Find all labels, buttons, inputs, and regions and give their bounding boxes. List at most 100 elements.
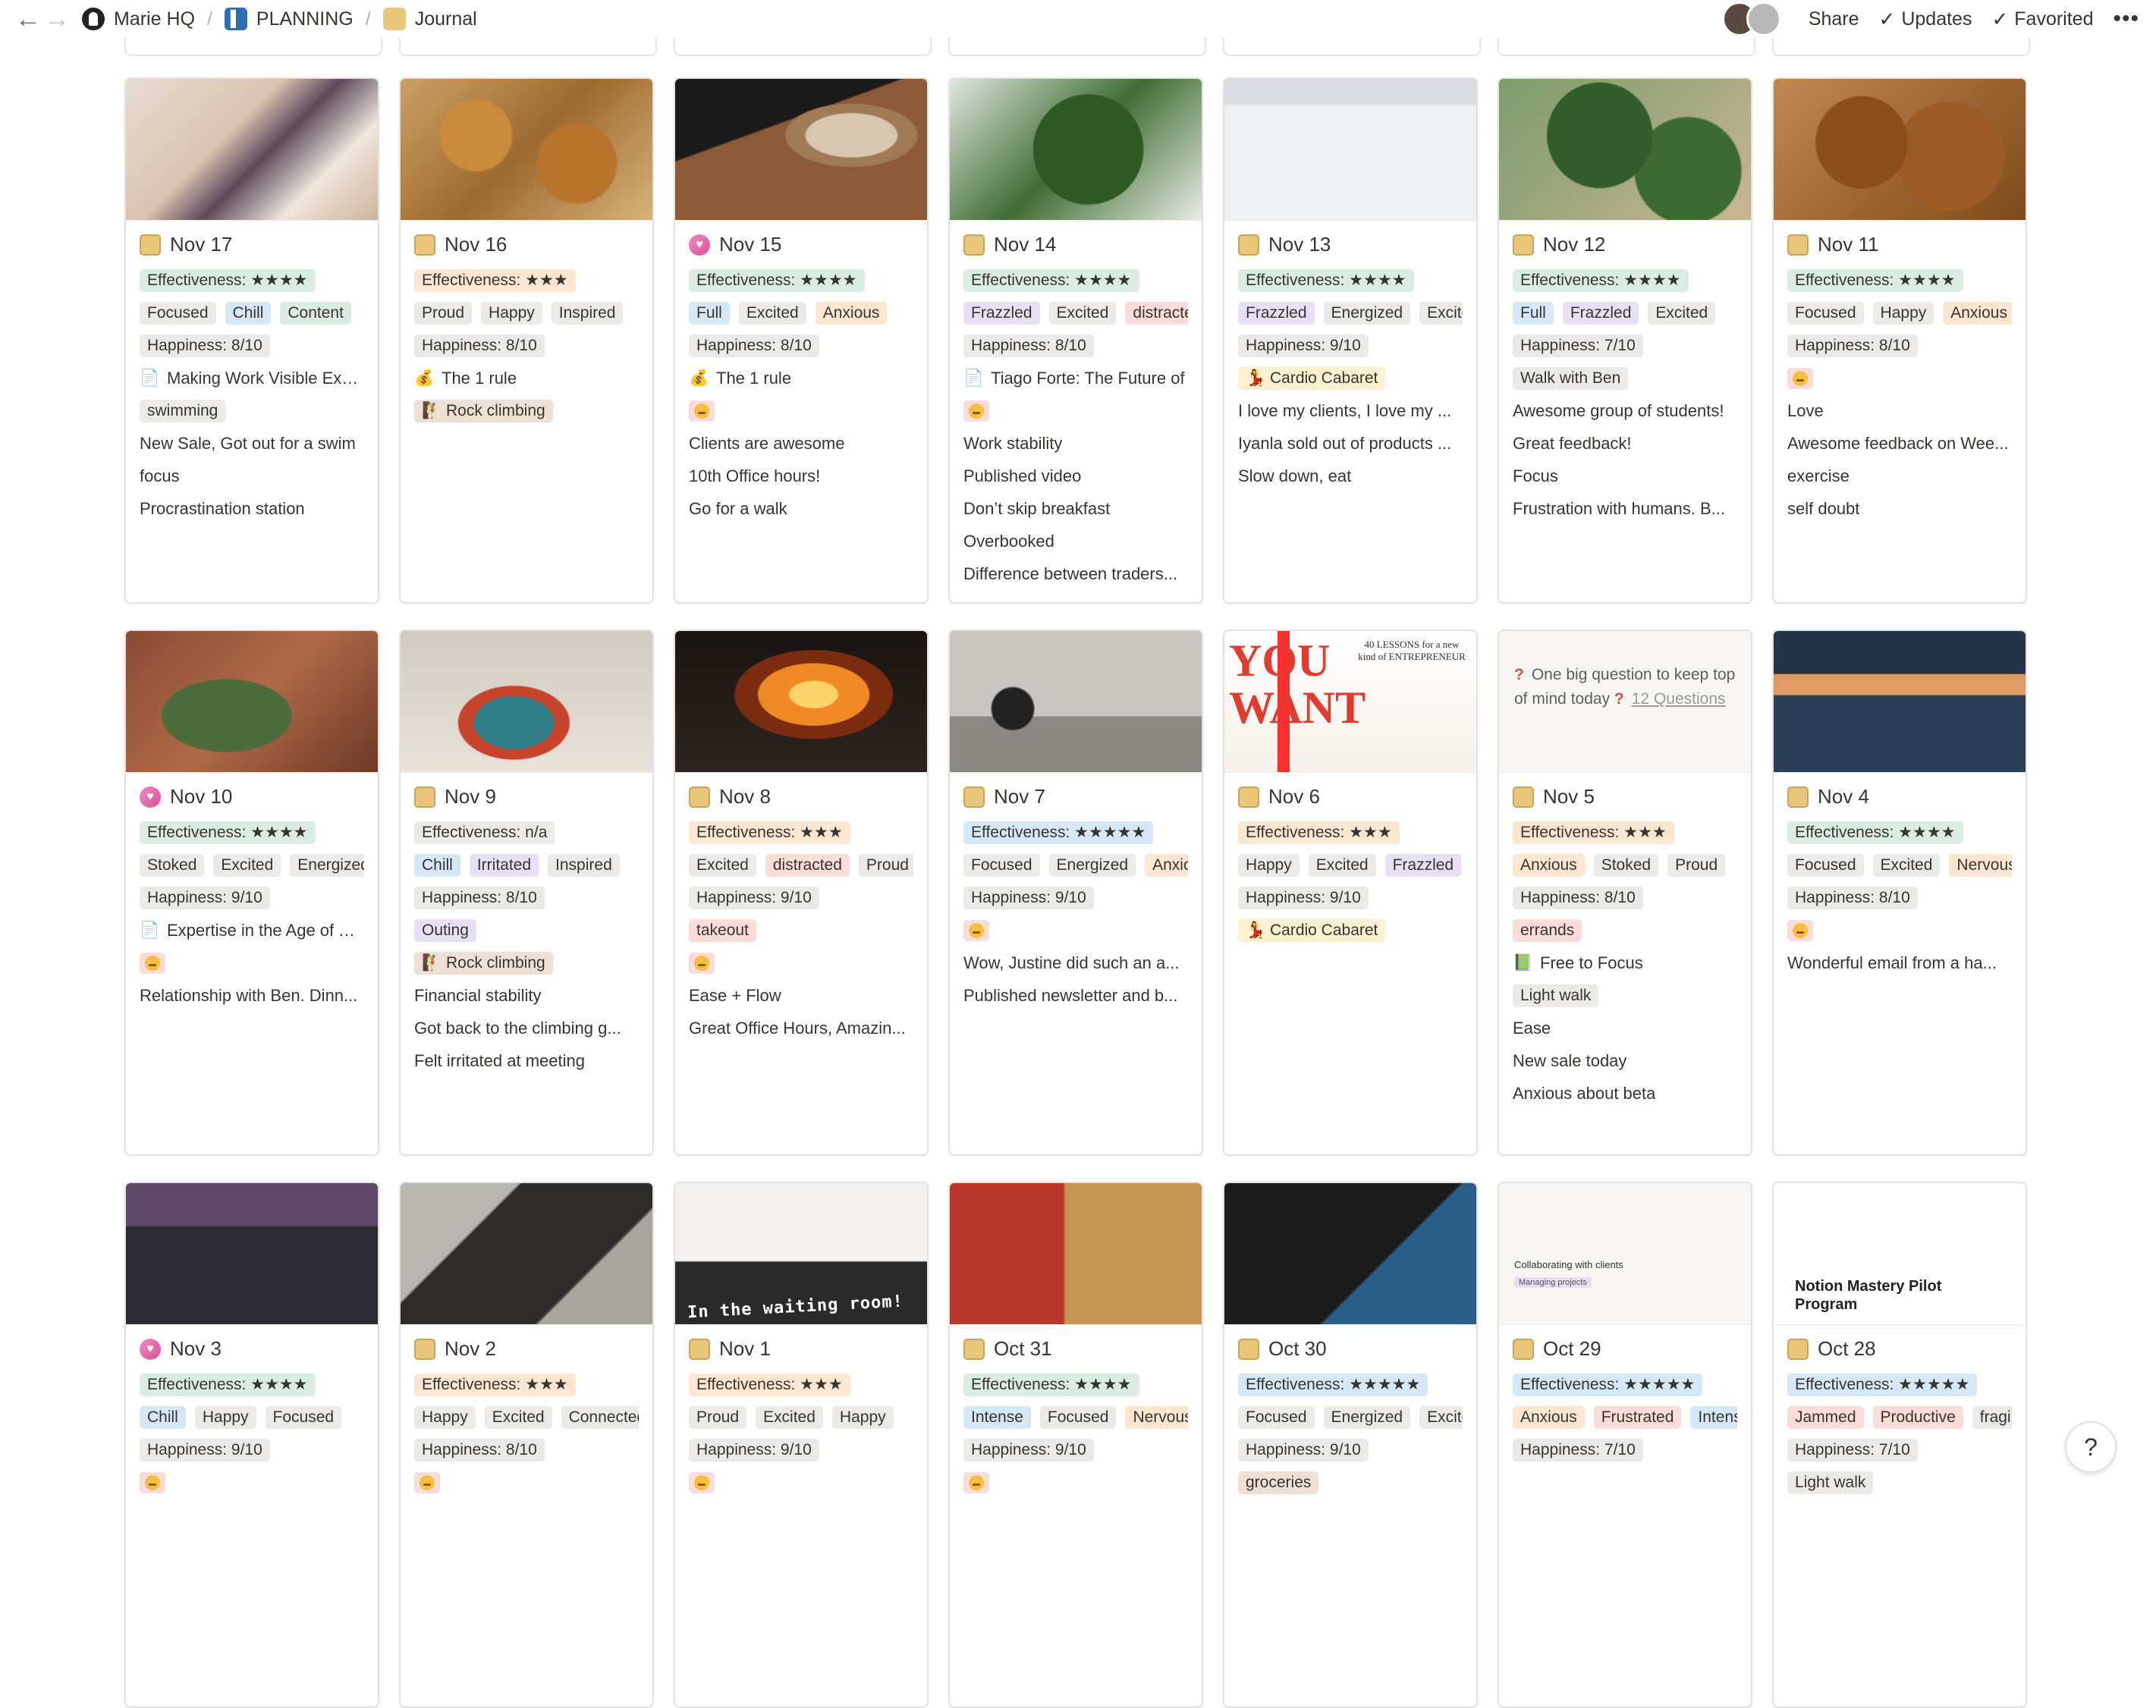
card-cover-image bbox=[950, 631, 1202, 773]
card-title[interactable]: Oct 30 bbox=[1224, 1325, 1476, 1368]
property-tag: 💃 Cardio Cabaret bbox=[1238, 918, 1386, 942]
property-line: Happiness: 9/10 bbox=[140, 881, 364, 914]
journal-card[interactable]: Collaborating with clients Managing proje… bbox=[1498, 1182, 1752, 1708]
journal-card[interactable]: Notion Mastery Pilot Program Oct 28 Effect… bbox=[1772, 1182, 2027, 1708]
property-tag: Happy bbox=[1238, 853, 1300, 877]
property-tag: Happiness: 8/10 bbox=[689, 334, 819, 357]
property-line: Focused Chill Content bbox=[140, 297, 364, 329]
property-tag: Excited bbox=[484, 1405, 552, 1429]
journal-card[interactable]: Nov 2 Effectiveness: ★★★ Happy Excited Conne… bbox=[399, 1182, 654, 1708]
card-title[interactable]: Nov 7 bbox=[950, 773, 1202, 816]
card-title[interactable]: Nov 16 bbox=[401, 221, 652, 264]
note-text: Financial stability bbox=[414, 985, 542, 1005]
property-tag: Excited bbox=[738, 301, 806, 325]
card-title[interactable]: Nov 13 bbox=[1224, 221, 1476, 264]
card-title[interactable]: Nov 9 bbox=[401, 773, 652, 816]
journal-card[interactable]: In the waiting room! Nov 1 Effectiveness: … bbox=[674, 1182, 929, 1708]
relation-icon: 📗 bbox=[1513, 953, 1533, 972]
property-line: Focused Energized Excited bbox=[1238, 1401, 1463, 1433]
share-button[interactable]: Share bbox=[1809, 8, 1859, 30]
journal-card[interactable]: Oct 31 Effectiveness: ★★★★ Intense Focused N… bbox=[948, 1182, 1203, 1708]
card-properties: Effectiveness: ★★★★ Full Frazzled Excited Ha… bbox=[1499, 264, 1751, 525]
journal-card[interactable]: Nov 11 Effectiveness: ★★★★ Focused Happy Anx… bbox=[1772, 77, 2027, 604]
card-title[interactable]: Nov 5 bbox=[1499, 773, 1751, 816]
card-title[interactable]: Nov 6 bbox=[1224, 773, 1476, 816]
journal-card[interactable]: Oct 30 Effectiveness: ★★★★★ Focused Energiz… bbox=[1223, 1182, 1478, 1708]
card-title[interactable]: Nov 12 bbox=[1499, 221, 1751, 264]
journal-card[interactable]: Nov 4 Effectiveness: ★★★★ Focused Excited Ne… bbox=[1772, 630, 2027, 1156]
collaborators[interactable] bbox=[1721, 2, 1781, 36]
journal-card[interactable]: Nov 12 Effectiveness: ★★★★ Full Frazzled Exc… bbox=[1498, 77, 1752, 604]
property-line: Effectiveness: ★★★★ bbox=[689, 264, 913, 297]
card-title[interactable]: Nov 8 bbox=[675, 773, 927, 816]
card-cover-image: YOU WANT 40 LESSONS for a new kind of ENT… bbox=[1224, 631, 1476, 773]
property-line: 📗 Free to Focus bbox=[1513, 947, 1737, 979]
journal-card[interactable]: Nov 14 Effectiveness: ★★★★ Frazzled Excited… bbox=[948, 77, 1203, 604]
property-tag: Effectiveness: ★★★★ bbox=[140, 1373, 316, 1396]
journal-card[interactable]: ♥ Nov 15 Effectiveness: ★★★★ Full Excited Anx… bbox=[674, 77, 929, 604]
journal-card[interactable]: ? One big question to keep top of mind to… bbox=[1498, 630, 1752, 1156]
journal-card[interactable]: Nov 13 Effectiveness: ★★★★ Frazzled Energiz… bbox=[1223, 77, 1478, 604]
property-tag: distracted bbox=[765, 853, 850, 877]
journal-card[interactable]: Nov 17 Effectiveness: ★★★★ Focused Chill Con… bbox=[124, 77, 379, 604]
card-properties: Effectiveness: ★★★★★ Focused Energized Exci… bbox=[1224, 1368, 1476, 1499]
card-title[interactable]: Nov 4 bbox=[1774, 773, 2026, 816]
card-title[interactable]: Oct 28 bbox=[1774, 1325, 2026, 1368]
card-cover-image bbox=[950, 79, 1202, 221]
favorite-button[interactable]: ✓ Favorited bbox=[1991, 8, 2093, 31]
relation-link[interactable]: The 1 rule bbox=[442, 369, 517, 388]
property-tag: Chill bbox=[140, 1405, 186, 1429]
card-title[interactable]: Oct 29 bbox=[1499, 1325, 1751, 1368]
property-line: 📄 Expertise in the Age of You bbox=[140, 914, 364, 947]
property-line: Felt irritated at meeting bbox=[414, 1044, 639, 1077]
questions-link[interactable]: 12 Questions bbox=[1632, 690, 1726, 708]
relation-link[interactable]: Expertise in the Age of You bbox=[167, 921, 364, 940]
property-tag: Excited bbox=[213, 853, 281, 877]
journal-card[interactable]: YOU WANT 40 LESSONS for a new kind of ENT… bbox=[1223, 630, 1478, 1156]
breadcrumb-item-planning[interactable]: ▌ PLANNING bbox=[220, 8, 358, 30]
card-title[interactable]: Nov 1 bbox=[675, 1325, 927, 1368]
journal-card[interactable]: ♥ Nov 10 Effectiveness: ★★★★ Stoked Excited E… bbox=[124, 630, 379, 1156]
forward-arrow-icon[interactable]: → bbox=[42, 5, 71, 34]
card-title[interactable]: ♥ Nov 3 bbox=[126, 1325, 378, 1368]
back-arrow-icon[interactable]: ← bbox=[14, 5, 42, 34]
property-line: 💃 Cardio Cabaret bbox=[1238, 914, 1463, 947]
journal-card[interactable]: Nov 16 Effectiveness: ★★★ Proud Happy Inspir… bbox=[399, 77, 654, 604]
breadcrumb-label: PLANNING bbox=[256, 8, 354, 30]
more-icon[interactable]: ••• bbox=[2113, 6, 2139, 32]
property-line bbox=[1787, 362, 2012, 394]
help-button[interactable]: ? bbox=[2065, 1421, 2117, 1473]
note-text: Go for a walk bbox=[689, 498, 787, 518]
relation-link[interactable]: The 1 rule bbox=[716, 369, 791, 388]
breadcrumb-item-marie-hq[interactable]: Marie HQ bbox=[77, 8, 200, 30]
cover-caption: Notion Mastery Pilot Program bbox=[1795, 1278, 1942, 1313]
topbar: ← → Marie HQ / ▌ PLANNING / Journal Shar… bbox=[0, 0, 2156, 38]
card-title[interactable]: ♥ Nov 15 bbox=[675, 221, 927, 264]
check-icon: ✓ bbox=[1991, 7, 2009, 30]
breadcrumb-item-journal[interactable]: Journal bbox=[379, 8, 482, 30]
journal-card[interactable]: Nov 8 Effectiveness: ★★★ Excited distracted… bbox=[674, 630, 929, 1156]
property-tag: Happiness: 7/10 bbox=[1787, 1438, 1918, 1462]
card-title[interactable]: Nov 11 bbox=[1774, 221, 2026, 264]
property-line: Happiness: 9/10 bbox=[140, 1433, 364, 1466]
journal-icon bbox=[1513, 1338, 1534, 1360]
property-tag: Focused bbox=[140, 301, 216, 325]
property-line: Effectiveness: ★★★★★ bbox=[1513, 1368, 1737, 1401]
card-title[interactable]: ♥ Nov 10 bbox=[126, 773, 378, 816]
card-title[interactable]: Nov 14 bbox=[950, 221, 1202, 264]
card-date: Nov 14 bbox=[994, 233, 1057, 256]
property-line: Happiness: 9/10 bbox=[689, 881, 913, 914]
property-tag: Proud bbox=[689, 1405, 747, 1429]
property-line: Happiness: 8/10 bbox=[140, 329, 364, 362]
card-title[interactable]: Oct 31 bbox=[950, 1325, 1202, 1368]
relation-link[interactable]: Free to Focus bbox=[1540, 953, 1643, 973]
journal-card[interactable]: ♥ Nov 3 Effectiveness: ★★★★ Chill Happy Focus… bbox=[124, 1182, 379, 1708]
relation-link[interactable]: Making Work Visible Exposi bbox=[167, 369, 364, 388]
updates-button[interactable]: ✓ Updates bbox=[1879, 8, 1972, 31]
journal-card[interactable]: Nov 9 Effectiveness: n/a Chill Irritated Ins… bbox=[399, 630, 654, 1156]
journal-card[interactable]: Nov 7 Effectiveness: ★★★★★ Focused Energize… bbox=[948, 630, 1203, 1156]
card-title[interactable]: Nov 17 bbox=[126, 221, 378, 264]
property-tag: Energized bbox=[290, 853, 364, 877]
relation-link[interactable]: Tiago Forte: The Future of bbox=[991, 369, 1185, 388]
card-title[interactable]: Nov 2 bbox=[401, 1325, 652, 1368]
